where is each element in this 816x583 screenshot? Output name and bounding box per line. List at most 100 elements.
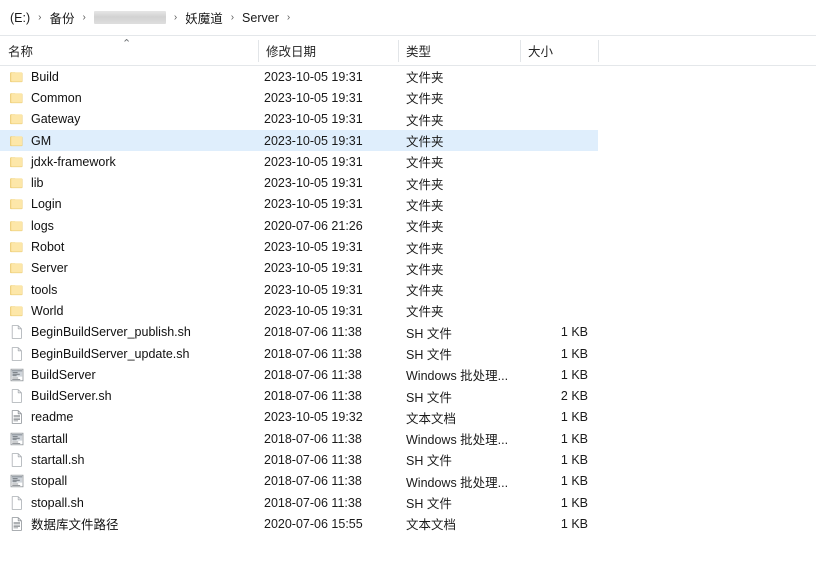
cell-name[interactable]: logs [0, 215, 54, 236]
column-divider[interactable] [398, 40, 399, 62]
cell-size: 1 KB [560, 346, 588, 361]
file-name-label: BeginBuildServer_update.sh [31, 346, 190, 361]
table-row[interactable]: BuildServer.sh 2018-07-06 11:38 SH 文件 2 KB [0, 385, 816, 406]
cell-name[interactable]: 数据库文件路径 [0, 513, 119, 534]
cell-name[interactable]: BeginBuildServer_publish.sh [0, 322, 191, 343]
file-name-label: Build [31, 69, 59, 84]
breadcrumb-separator-icon[interactable]: › [79, 12, 90, 23]
column-divider[interactable] [520, 40, 521, 62]
table-row[interactable]: readme 2023-10-05 19:32 文本文档 1 KB [0, 407, 816, 428]
table-row[interactable]: Common 2023-10-05 19:31 文件夹 [0, 87, 816, 108]
folder-icon [9, 303, 25, 319]
cell-date-modified: 2023-10-05 19:31 [264, 282, 363, 297]
cell-name[interactable]: readme [0, 407, 73, 428]
cell-name[interactable]: BuildServer.sh [0, 385, 112, 406]
table-row[interactable]: Gateway 2023-10-05 19:31 文件夹 [0, 109, 816, 130]
cell-type: 文件夹 [406, 135, 444, 150]
cell-type: SH 文件 [406, 497, 452, 512]
column-header-1[interactable]: 名称 [0, 36, 258, 65]
table-row[interactable]: logs 2020-07-06 21:26 文件夹 [0, 215, 816, 236]
column-header-3[interactable]: 类型 [398, 36, 520, 65]
file-name-label: BeginBuildServer_publish.sh [31, 325, 191, 340]
blank-file-icon [9, 388, 25, 404]
table-row[interactable]: startall 2018-07-06 11:38 Windows 批处理... 1 … [0, 428, 816, 449]
breadcrumb-separator-icon[interactable]: › [283, 12, 294, 23]
cell-name[interactable]: jdxk-framework [0, 151, 116, 172]
table-row[interactable]: Build 2023-10-05 19:31 文件夹 [0, 66, 816, 87]
table-row[interactable]: BeginBuildServer_update.sh 2018-07-06 11:… [0, 343, 816, 364]
file-name-label: Gateway [31, 112, 81, 127]
table-row[interactable]: Server 2023-10-05 19:31 文件夹 [0, 258, 816, 279]
breadcrumb-item[interactable]: Server [238, 7, 283, 29]
table-row[interactable]: jdxk-framework 2023-10-05 19:31 文件夹 [0, 151, 816, 172]
cell-name[interactable]: startall [0, 428, 68, 449]
cell-date-modified: 2018-07-06 11:38 [264, 495, 362, 510]
table-row[interactable]: BeginBuildServer_publish.sh 2018-07-06 11… [0, 322, 816, 343]
cell-name[interactable]: BeginBuildServer_update.sh [0, 343, 189, 364]
cell-type: Windows 批处理... [406, 475, 509, 490]
cell-name[interactable]: GM [0, 130, 51, 151]
breadcrumb-separator-icon[interactable]: › [170, 12, 181, 23]
breadcrumb-item[interactable]: 备份 [45, 7, 78, 29]
file-name-label: World [31, 303, 64, 318]
column-divider[interactable] [258, 40, 259, 62]
folder-icon [9, 239, 25, 255]
breadcrumb-item[interactable]: (E:) [6, 7, 34, 29]
table-row[interactable]: lib 2023-10-05 19:31 文件夹 [0, 172, 816, 193]
breadcrumb-separator-icon[interactable]: › [34, 12, 45, 23]
breadcrumb-item-redacted[interactable] [93, 11, 166, 24]
file-name-label: stopall.sh [31, 495, 84, 510]
cell-date-modified: 2023-10-05 19:31 [264, 154, 363, 169]
column-header-4[interactable]: 大小 [520, 36, 598, 65]
cell-name[interactable]: stopall [0, 471, 67, 492]
cell-name[interactable]: Login [0, 194, 62, 215]
cell-name[interactable]: Gateway [0, 109, 80, 130]
table-row[interactable]: BuildServer 2018-07-06 11:38 Windows 批处理..… [0, 364, 816, 385]
file-list[interactable]: Build 2023-10-05 19:31 文件夹 Common 2023-10-05… [0, 66, 816, 535]
cell-name[interactable]: Robot [0, 236, 64, 257]
file-name-label: readme [31, 410, 74, 425]
cell-name[interactable]: Build [0, 66, 59, 87]
cell-name[interactable]: Server [0, 258, 68, 279]
table-row[interactable]: World 2023-10-05 19:31 文件夹 [0, 300, 816, 321]
breadcrumb-bar[interactable]: (E:) › 备份 › › 妖魔道 › Server › [0, 0, 816, 36]
table-row[interactable]: 数据库文件路径 2020-07-06 15:55 文本文档 1 KB [0, 513, 816, 534]
breadcrumb-separator-icon[interactable]: › [227, 12, 238, 23]
cell-date-modified: 2020-07-06 15:55 [264, 516, 363, 531]
cell-type: 文件夹 [406, 113, 444, 128]
cell-type: SH 文件 [406, 326, 452, 341]
table-row[interactable]: stopall 2018-07-06 11:38 Windows 批处理... 1 K… [0, 471, 816, 492]
table-row[interactable]: startall.sh 2018-07-06 11:38 SH 文件 1 KB [0, 449, 816, 470]
cell-date-modified: 2023-10-05 19:31 [264, 240, 363, 255]
batch-file-icon [9, 473, 25, 489]
cell-type: SH 文件 [406, 390, 452, 405]
cell-date-modified: 2023-10-05 19:31 [264, 69, 363, 84]
cell-date-modified: 2023-10-05 19:32 [264, 410, 363, 425]
cell-name[interactable]: stopall.sh [0, 492, 84, 513]
folder-icon [9, 282, 25, 298]
cell-name[interactable]: startall.sh [0, 449, 85, 470]
table-row[interactable]: stopall.sh 2018-07-06 11:38 SH 文件 1 KB [0, 492, 816, 513]
table-row[interactable]: Login 2023-10-05 19:31 文件夹 [0, 194, 816, 215]
column-header-2[interactable]: 修改日期 [258, 36, 398, 65]
cell-name[interactable]: tools [0, 279, 57, 300]
cell-name[interactable]: BuildServer [0, 364, 96, 385]
breadcrumb-item[interactable]: 妖魔道 [181, 7, 227, 29]
table-row[interactable]: GM 2023-10-05 19:31 文件夹 [0, 129, 598, 152]
file-name-label: Server [31, 261, 68, 276]
cell-type: 文件夹 [406, 241, 444, 256]
cell-date-modified: 2023-10-05 19:31 [264, 90, 363, 105]
table-row[interactable]: Robot 2023-10-05 19:31 文件夹 [0, 236, 816, 257]
cell-date-modified: 2018-07-06 11:38 [264, 389, 362, 404]
cell-size: 1 KB [560, 367, 588, 382]
blank-file-icon [9, 346, 25, 362]
column-divider[interactable] [598, 40, 599, 62]
cell-name[interactable]: lib [0, 172, 44, 193]
cell-date-modified: 2023-10-05 19:31 [264, 261, 363, 276]
cell-type: SH 文件 [406, 454, 452, 469]
cell-name[interactable]: World [0, 300, 63, 321]
blank-file-icon [9, 324, 25, 340]
table-row[interactable]: tools 2023-10-05 19:31 文件夹 [0, 279, 816, 300]
cell-name[interactable]: Common [0, 87, 82, 108]
cell-size: 1 KB [560, 431, 588, 446]
